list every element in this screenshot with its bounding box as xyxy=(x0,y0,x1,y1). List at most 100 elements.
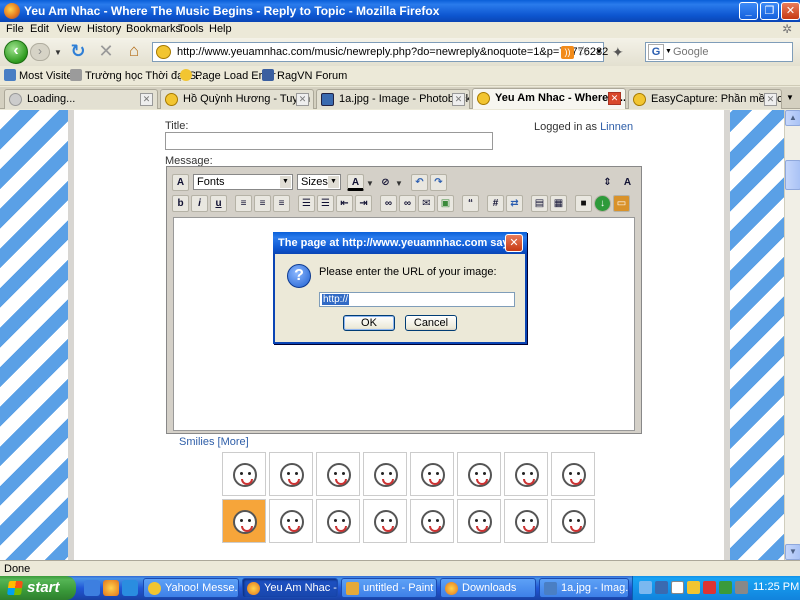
tab-ho-quynh-huong[interactable]: Hồ Quỳnh Hương - Tuyển tậ...✕ xyxy=(160,89,314,109)
smilie-15[interactable] xyxy=(504,499,548,543)
attachment-icon[interactable]: ⊘ xyxy=(377,174,394,191)
address-bar[interactable]: http://www.yeuamnhac.com/music/newreply.… xyxy=(152,42,608,62)
maximize-button[interactable]: ❐ xyxy=(760,2,779,20)
scroll-down-icon[interactable]: ▼ xyxy=(785,544,800,560)
tab-yeu-am-nhac[interactable]: Yeu Am Nhac - Where T... ✕ xyxy=(472,88,626,109)
task-firefox[interactable]: Yeu Am Nhac -... xyxy=(242,578,338,598)
attachment-dropdown-icon[interactable]: ▼ xyxy=(395,179,403,188)
smilie-5[interactable] xyxy=(410,452,454,496)
task-paint[interactable]: untitled - Paint xyxy=(341,578,437,598)
task-downloads[interactable]: Downloads xyxy=(440,578,536,598)
font-size-icon[interactable]: A xyxy=(619,174,636,191)
tab-close-icon[interactable]: ✕ xyxy=(452,93,465,106)
address-url[interactable]: http://www.yeuamnhac.com/music/newreply.… xyxy=(177,46,608,58)
html-code-icon[interactable]: ⇄ xyxy=(506,195,523,212)
firefox-quicklaunch-icon[interactable] xyxy=(103,580,119,596)
smilie-12[interactable] xyxy=(363,499,407,543)
history-dropdown-icon[interactable]: ▼ xyxy=(54,48,62,57)
tab-close-icon[interactable]: ✕ xyxy=(608,92,621,105)
menu-tools[interactable]: Tools xyxy=(178,23,204,35)
underline-icon[interactable]: u xyxy=(210,195,227,212)
search-input[interactable] xyxy=(673,45,789,59)
tray-update-icon[interactable] xyxy=(719,581,732,594)
dialog-close-icon[interactable]: ✕ xyxy=(505,234,523,252)
close-window-button[interactable]: ✕ xyxy=(781,2,800,20)
bookmark-most-visited[interactable]: Most Visited xyxy=(4,69,79,82)
smilie-10[interactable] xyxy=(269,499,313,543)
font-select[interactable]: Fonts ▼ xyxy=(193,174,293,190)
smilie-13[interactable] xyxy=(410,499,454,543)
ok-button[interactable]: OK xyxy=(343,315,395,331)
media-icon[interactable]: ▭ xyxy=(613,195,630,212)
resize-icon[interactable]: ⇕ xyxy=(599,174,616,191)
quote-icon[interactable]: “ xyxy=(462,195,479,212)
minimize-button[interactable]: _ xyxy=(739,2,758,20)
remove-link-icon[interactable]: ∞ xyxy=(399,195,416,212)
smilie-8[interactable] xyxy=(551,452,595,496)
outdent-icon[interactable]: ⇤ xyxy=(336,195,353,212)
menu-view[interactable]: View xyxy=(57,23,81,35)
home-icon[interactable]: ⌂ xyxy=(124,42,144,62)
search-engine-icon[interactable]: G xyxy=(648,44,664,60)
switch-mode-icon[interactable]: A xyxy=(172,174,189,191)
smilie-4[interactable] xyxy=(363,452,407,496)
bookmark-ragvn-forum[interactable]: RagVN Forum xyxy=(262,69,347,82)
indent-icon[interactable]: ⇥ xyxy=(355,195,372,212)
start-button[interactable]: start xyxy=(0,576,76,600)
font-dropdown-icon[interactable]: ▼ xyxy=(280,176,291,188)
size-select[interactable]: Sizes ▼ xyxy=(297,174,341,190)
menu-bookmarks[interactable]: Bookmarks xyxy=(126,23,181,35)
php-code-icon[interactable]: ▤ xyxy=(531,195,548,212)
back-arrow-icon[interactable]: ‹ xyxy=(4,40,28,64)
tray-device-icon[interactable] xyxy=(735,581,748,594)
tray-security-icon[interactable] xyxy=(671,581,684,594)
smilie-9[interactable] xyxy=(222,499,266,543)
table-icon[interactable]: ▦ xyxy=(550,195,567,212)
ie-quicklaunch-icon[interactable] xyxy=(122,580,138,596)
tray-volume-icon[interactable] xyxy=(655,581,668,594)
smilies-more-link[interactable]: [More] xyxy=(218,436,249,448)
rss-feed-icon[interactable]: )) xyxy=(561,46,574,59)
text-color-icon[interactable]: A xyxy=(347,174,364,191)
tab-close-icon[interactable]: ✕ xyxy=(764,93,777,106)
username-link[interactable]: Linnen xyxy=(600,121,633,133)
redo-icon[interactable]: ↷ xyxy=(430,174,447,191)
bold-icon[interactable]: b xyxy=(172,195,189,212)
tray-antivirus-icon[interactable] xyxy=(703,581,716,594)
menu-help[interactable]: Help xyxy=(209,23,232,35)
code-icon[interactable]: # xyxy=(487,195,504,212)
scroll-up-icon[interactable]: ▲ xyxy=(785,110,800,126)
insert-email-icon[interactable]: ✉ xyxy=(418,195,435,212)
undo-icon[interactable]: ↶ xyxy=(411,174,428,191)
menu-edit[interactable]: Edit xyxy=(30,23,49,35)
page-scrollbar[interactable]: ▲ ▼ xyxy=(784,110,800,560)
title-input[interactable] xyxy=(165,132,493,150)
smilie-7[interactable] xyxy=(504,452,548,496)
image-url-value[interactable]: http:// xyxy=(322,294,350,305)
task-yahoo-messenger[interactable]: Yahoo! Messe... xyxy=(143,578,239,598)
smilie-2[interactable] xyxy=(269,452,313,496)
tab-close-icon[interactable]: ✕ xyxy=(296,93,309,106)
smilie-6[interactable] xyxy=(457,452,501,496)
tab-loading[interactable]: Loading... ✕ xyxy=(4,89,158,109)
search-engine-dropdown-icon[interactable]: ▼ xyxy=(665,48,672,55)
smilie-16[interactable] xyxy=(551,499,595,543)
addon-icon[interactable]: ✦ xyxy=(612,44,624,61)
bookmark-star-icon[interactable]: ☆ xyxy=(577,43,590,60)
tab-easycapture[interactable]: EasyCapture: Phần mềm chụ...✕ xyxy=(628,89,782,109)
tray-network-icon[interactable] xyxy=(639,581,652,594)
smilie-1[interactable] xyxy=(222,452,266,496)
text-color-dropdown-icon[interactable]: ▼ xyxy=(366,179,374,188)
smilie-14[interactable] xyxy=(457,499,501,543)
menu-file[interactable]: File xyxy=(6,23,24,35)
url-dropdown-icon[interactable]: ▼ xyxy=(595,47,603,56)
bullet-list-icon[interactable]: ☰ xyxy=(317,195,334,212)
menu-history[interactable]: History xyxy=(87,23,121,35)
smilie-11[interactable] xyxy=(316,499,360,543)
task-image[interactable]: 1a.jpg - Imag... xyxy=(539,578,629,598)
align-center-icon[interactable]: ≡ xyxy=(254,195,271,212)
insert-image-icon[interactable]: ▣ xyxy=(437,195,454,212)
align-right-icon[interactable]: ≡ xyxy=(273,195,290,212)
stop-icon[interactable]: ✕ xyxy=(96,42,116,62)
download-icon[interactable]: ↓ xyxy=(594,195,611,212)
